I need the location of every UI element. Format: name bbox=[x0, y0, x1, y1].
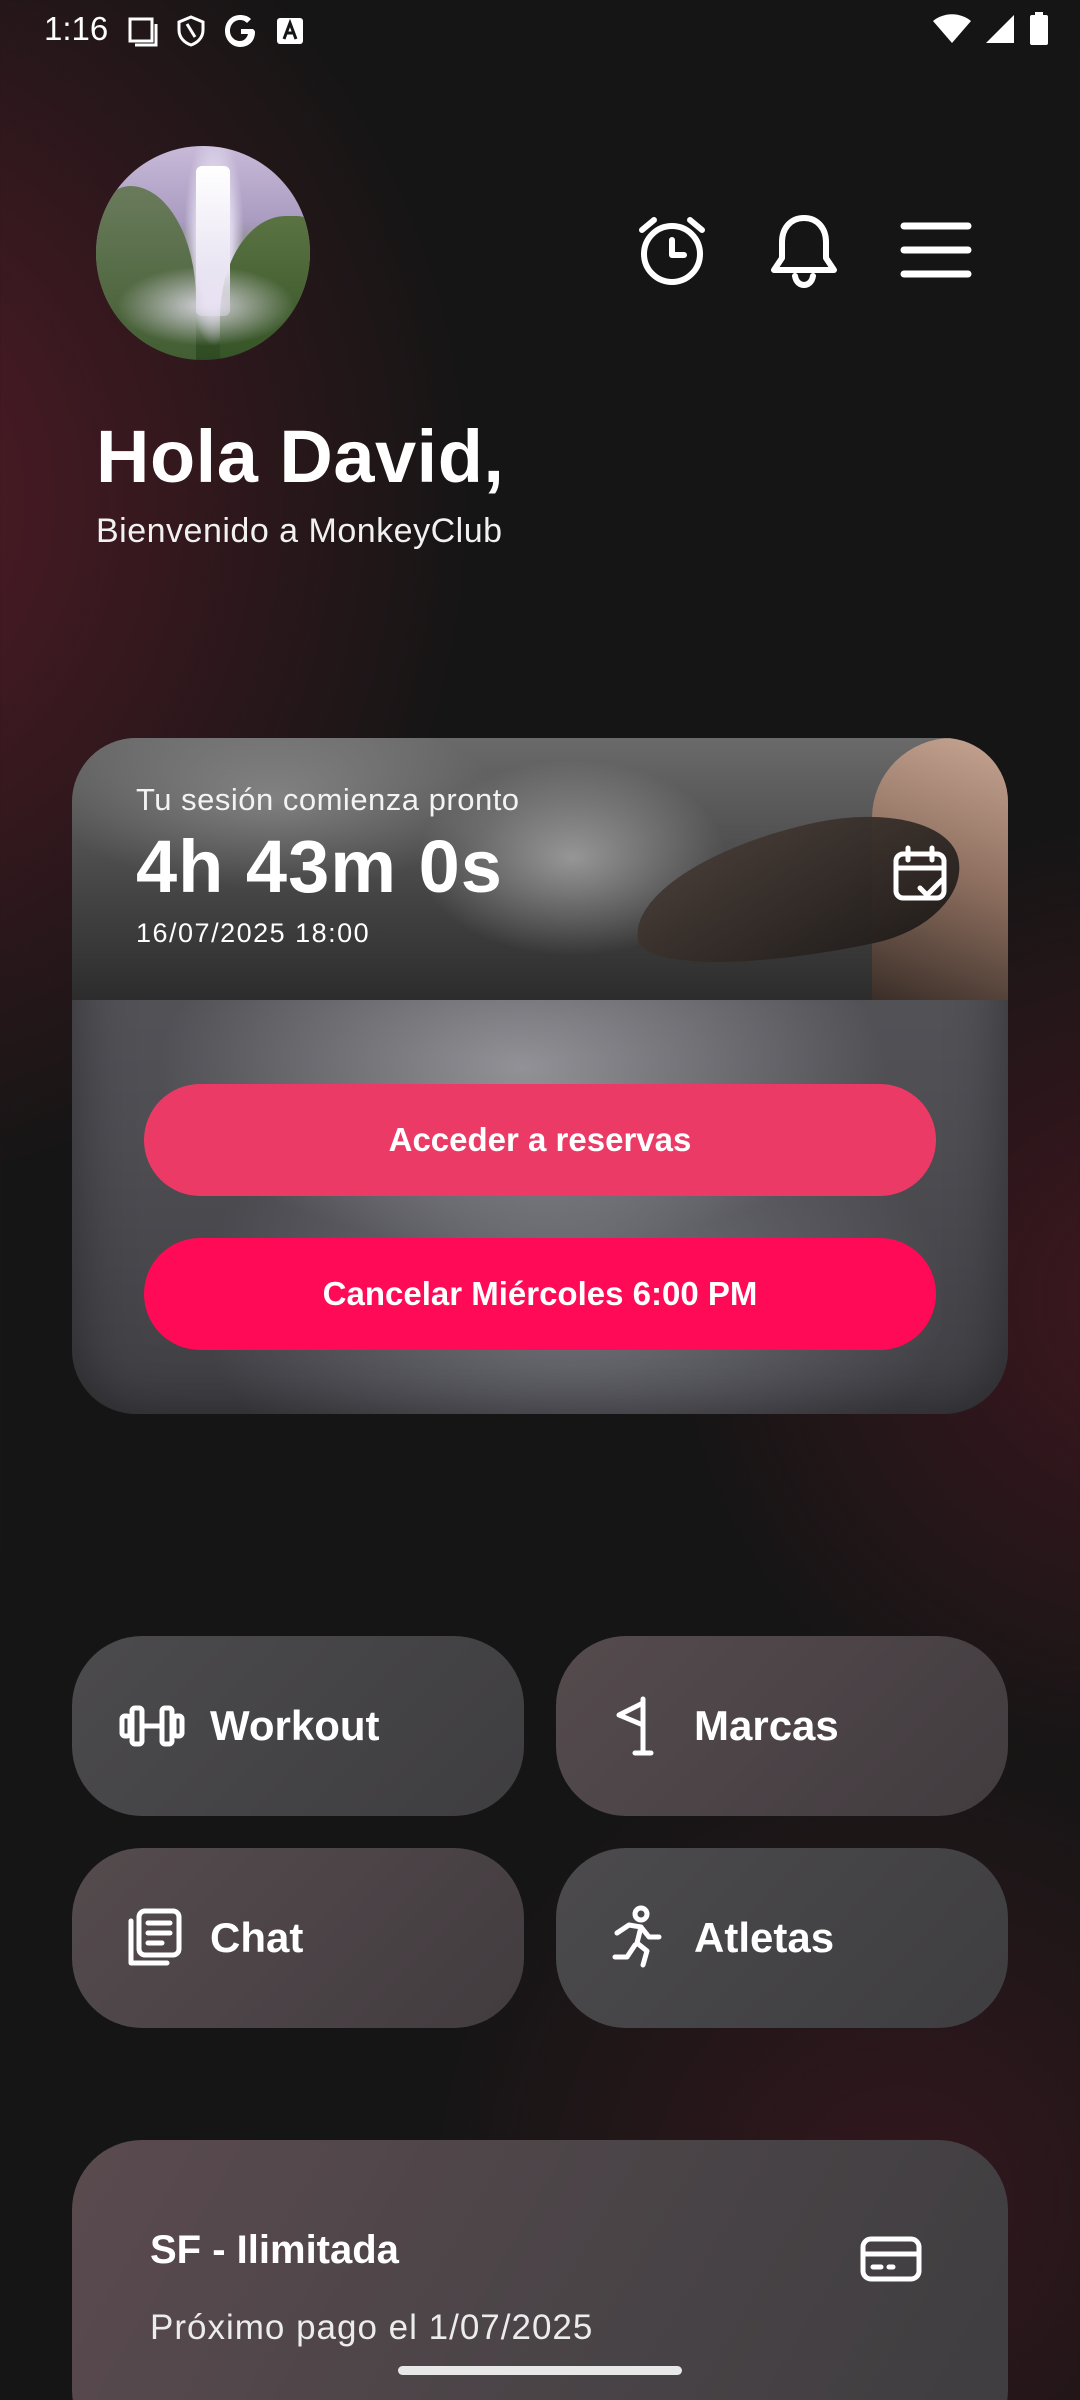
credit-card-icon bbox=[860, 2236, 922, 2282]
status-bar: 1:16 bbox=[0, 0, 1080, 62]
session-label: Tu sesión comienza pronto bbox=[136, 782, 520, 817]
tile-chat[interactable]: Chat bbox=[72, 1848, 524, 2028]
menu-button[interactable] bbox=[896, 210, 976, 290]
tile-atletas-label: Atletas bbox=[694, 1914, 835, 1961]
tile-workout[interactable]: Workout bbox=[72, 1636, 524, 1816]
menu-icon bbox=[900, 222, 972, 278]
google-icon bbox=[225, 15, 255, 47]
tile-chat-label: Chat bbox=[210, 1914, 304, 1961]
tile-workout-label: Workout bbox=[210, 1702, 380, 1749]
tile-marcas-label: Marcas bbox=[694, 1702, 839, 1749]
screenshot-icon bbox=[128, 17, 158, 47]
document-stack-icon bbox=[116, 1902, 188, 1974]
access-reservations-button[interactable]: Acceder a reservas bbox=[144, 1084, 936, 1196]
payment-card-button[interactable] bbox=[850, 2218, 932, 2300]
session-card: Tu sesión comienza pronto 4h 43m 0s 16/0… bbox=[72, 738, 1008, 1414]
cancel-session-button[interactable]: Cancelar Miércoles 6:00 PM bbox=[144, 1238, 936, 1350]
membership-next-payment: Próximo pago el 1/07/2025 bbox=[150, 2308, 594, 2347]
session-datetime: 16/07/2025 18:00 bbox=[136, 918, 371, 948]
battery-icon bbox=[1030, 12, 1048, 45]
tile-atletas[interactable]: Atletas bbox=[556, 1848, 1008, 2028]
alarm-clock-icon bbox=[639, 217, 705, 285]
shield-icon bbox=[177, 15, 205, 47]
add-to-calendar-button[interactable] bbox=[882, 836, 958, 912]
dumbbell-icon bbox=[116, 1690, 188, 1762]
translate-icon bbox=[277, 18, 303, 44]
membership-plan-name: SF - Ilimitada bbox=[150, 2228, 399, 2272]
status-notification-icons bbox=[126, 14, 304, 48]
notifications-button[interactable] bbox=[764, 210, 844, 290]
bell-icon bbox=[771, 215, 837, 288]
alarm-button[interactable] bbox=[632, 210, 712, 290]
flag-icon bbox=[600, 1690, 672, 1762]
calendar-check-icon bbox=[893, 845, 947, 901]
running-person-icon bbox=[600, 1902, 672, 1974]
cell-signal-icon bbox=[986, 15, 1014, 43]
greeting-title: Hola David, bbox=[96, 415, 505, 498]
home-indicator[interactable] bbox=[398, 2366, 682, 2375]
profile-avatar[interactable] bbox=[96, 146, 310, 360]
membership-card[interactable]: SF - Ilimitada Próximo pago el 1/07/2025 bbox=[72, 2140, 1008, 2400]
status-system-icons bbox=[932, 12, 1050, 46]
session-countdown: 4h 43m 0s bbox=[136, 825, 503, 908]
wifi-icon bbox=[933, 14, 971, 43]
tile-marcas[interactable]: Marcas bbox=[556, 1636, 1008, 1816]
greeting-subtitle: Bienvenido a MonkeyClub bbox=[96, 512, 503, 550]
status-time: 1:16 bbox=[44, 10, 109, 47]
